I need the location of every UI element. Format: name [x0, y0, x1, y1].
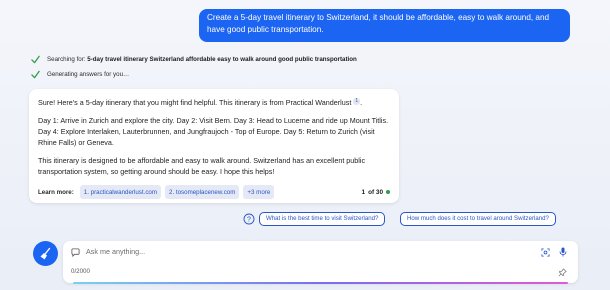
mic-icon[interactable] — [559, 247, 567, 257]
sparkle-question-icon: ? — [243, 213, 255, 225]
broom-icon — [40, 247, 50, 260]
pin-icon[interactable] — [558, 268, 567, 277]
learn-more-row: Learn more: 1. practicalwanderlust.com 2… — [38, 185, 390, 199]
answer-intro-text: Sure! Here's a 5-day itinerary that you … — [38, 98, 352, 107]
suggestion-chip-1[interactable]: What is the best time to visit Switzerla… — [259, 212, 386, 226]
page-current: 1 — [361, 188, 366, 196]
user-message-text: Create a 5-day travel itinerary to Switz… — [207, 13, 550, 34]
status-dot — [386, 190, 390, 194]
user-message-bubble: Create a 5-day travel itinerary to Switz… — [199, 9, 570, 42]
check-icon — [31, 55, 40, 64]
generating-status: Generating answers for you… — [31, 70, 129, 79]
suggestion-chip-2[interactable]: How much does it cost to travel around S… — [400, 212, 556, 226]
new-topic-button[interactable] — [33, 241, 58, 266]
answer-intro: Sure! Here's a 5-day itinerary that you … — [38, 97, 390, 108]
more-sources-button[interactable]: +3 more — [243, 185, 275, 199]
source-link-2[interactable]: 2. tosomeplacenew.com — [165, 185, 240, 199]
searching-prefix: Searching for: — [47, 56, 88, 63]
scan-icon[interactable] — [541, 248, 550, 257]
searching-query: 5-day travel itinerary Switzerland affor… — [87, 56, 357, 63]
answer-closing: This itinerary is designed to be afforda… — [38, 156, 366, 176]
check-icon — [31, 70, 40, 79]
learn-more-label: Learn more: — [38, 188, 74, 196]
character-counter: 0/2000 — [71, 268, 90, 275]
source-link-1[interactable]: 1. practicalwanderlust.com — [79, 185, 162, 199]
chat-bubble-icon — [71, 248, 80, 257]
answer-intro-end: . — [360, 98, 363, 107]
searching-status: Searching for: 5-day travel itinerary Sw… — [31, 55, 357, 64]
answer-card: Sure! Here's a 5-day itinerary that you … — [29, 89, 399, 203]
chat-input-box[interactable]: Ask me anything... 0/2000 — [63, 241, 578, 284]
answer-itinerary: Day 1: Arrive in Zurich and explore the … — [38, 116, 389, 147]
response-counter: 1 of 30 — [362, 187, 390, 198]
svg-text:?: ? — [247, 216, 251, 223]
chat-input-placeholder[interactable]: Ask me anything... — [86, 247, 145, 256]
generating-text: Generating answers for you… — [47, 71, 130, 78]
page-total: of 30 — [368, 188, 383, 196]
